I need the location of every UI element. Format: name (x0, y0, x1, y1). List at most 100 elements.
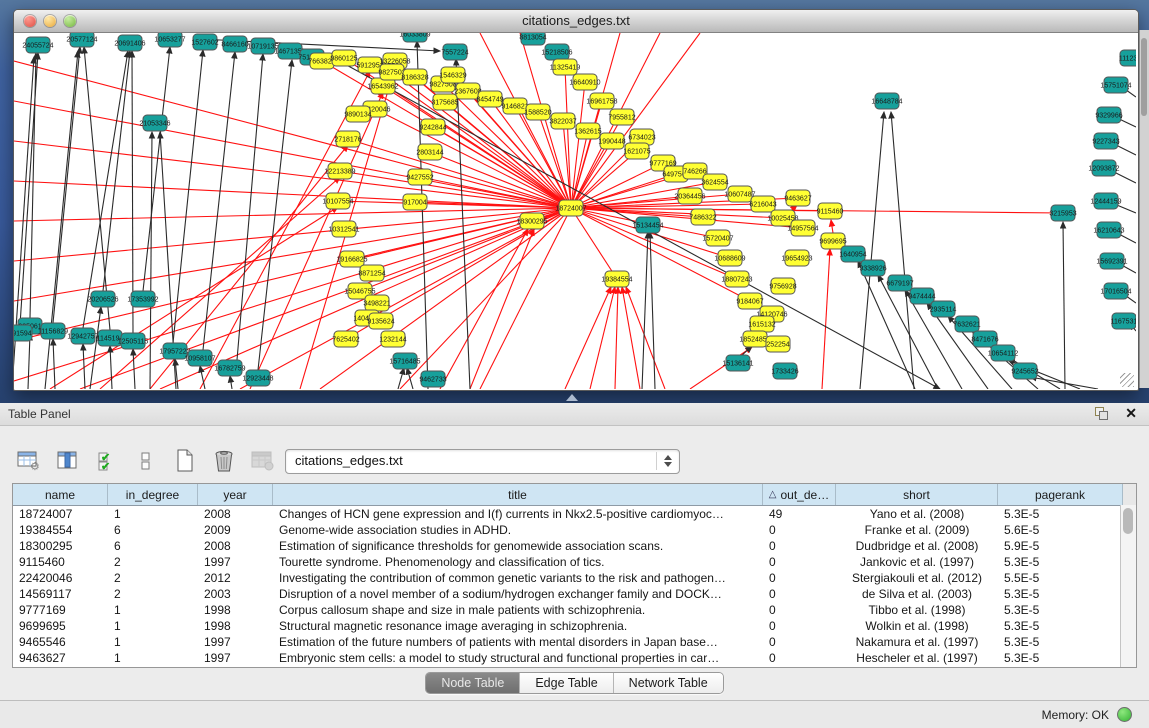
table-row[interactable]: 946554611997Estimation of the future num… (13, 634, 1136, 650)
graph-node[interactable]: 10654112 (988, 345, 1019, 361)
graph-edge[interactable] (53, 339, 55, 389)
graph-edge[interactable] (203, 52, 235, 350)
graph-node[interactable]: 1546329 (439, 67, 466, 83)
graph-node[interactable]: 17016504 (1100, 283, 1131, 299)
graph-edge[interactable] (90, 307, 101, 389)
column-header-short[interactable]: short (836, 484, 998, 505)
graph-node[interactable]: 7625402 (332, 331, 359, 347)
graph-node[interactable]: 3498221 (363, 295, 390, 311)
graph-node[interactable]: 14957564 (787, 220, 818, 236)
graph-node[interactable]: 2718176 (334, 131, 361, 147)
graph-node[interactable]: 16782759 (214, 360, 245, 376)
graph-node[interactable]: 8871254 (358, 265, 385, 281)
graph-edge[interactable] (14, 61, 571, 208)
graph-node[interactable]: 12942757 (67, 328, 98, 344)
network-canvas[interactable]: 2405572420577124206914061065327715276028… (14, 33, 1136, 389)
graph-node[interactable]: 1733426 (771, 363, 798, 379)
graph-node[interactable]: 15716485 (389, 353, 420, 369)
graph-node[interactable]: 24055724 (22, 37, 53, 53)
graph-node[interactable]: 1990448 (598, 133, 625, 149)
graph-node[interactable]: 9227343 (1092, 133, 1119, 149)
graph-node[interactable]: 12444159 (1090, 193, 1121, 209)
graph-node[interactable]: 9860125 (330, 50, 357, 66)
graph-node[interactable]: 10653277 (154, 33, 185, 47)
graph-node[interactable]: 1640954 (839, 246, 866, 262)
column-header-out_de[interactable]: △out_de… (763, 484, 836, 505)
graph-node[interactable]: 20691406 (114, 35, 145, 51)
graph-edge[interactable] (650, 232, 655, 389)
graph-node[interactable]: 20206526 (87, 291, 118, 307)
graph-node[interactable]: 7632621 (953, 316, 980, 332)
tab-edge-table[interactable]: Edge Table (519, 673, 612, 693)
table-row[interactable]: 1830029562008Estimation of significance … (13, 538, 1136, 554)
window-titlebar[interactable]: citations_edges.txt (14, 10, 1138, 33)
graph-node[interactable]: 19166825 (336, 251, 367, 267)
graph-node[interactable]: 3822037 (549, 113, 576, 129)
column-header-pagerank[interactable]: pagerank (998, 484, 1123, 505)
graph-edge[interactable] (150, 132, 152, 389)
graph-node[interactable]: 6216043 (749, 196, 776, 212)
desktop-scrollbar[interactable] (1139, 30, 1149, 388)
graph-node[interactable]: 9462733 (419, 371, 446, 387)
graph-node[interactable]: 16961758 (586, 93, 617, 109)
unselect-all-button[interactable] (131, 446, 161, 476)
graph-node[interactable]: 3215953 (1049, 205, 1076, 221)
graph-node[interactable]: 8813054 (519, 33, 546, 45)
desktop-scrollbar-thumb[interactable] (1141, 38, 1147, 116)
graph-node[interactable]: 11156829 (38, 323, 68, 339)
close-panel-icon[interactable]: ✕ (1125, 405, 1137, 422)
graph-node[interactable]: 2935114 (930, 301, 957, 317)
graph-node[interactable]: 1615132 (748, 316, 775, 332)
graph-edge[interactable] (1030, 377, 1098, 389)
graph-node[interactable]: 1621075 (623, 143, 650, 159)
graph-node[interactable]: 991594 (14, 325, 32, 341)
graph-node[interactable]: 1588520 (524, 104, 551, 120)
graph-edge[interactable] (28, 334, 30, 389)
graph-node[interactable]: 9245652 (1011, 363, 1038, 379)
graph-node[interactable]: 9463627 (784, 190, 811, 206)
column-header-name[interactable]: name (13, 484, 108, 505)
table-scrollbar-thumb[interactable] (1123, 508, 1133, 534)
graph-node[interactable]: 15218506 (541, 44, 572, 60)
graph-edge[interactable] (14, 208, 571, 301)
graph-edge[interactable] (103, 51, 130, 291)
graph-node[interactable]: 9427552 (406, 169, 433, 185)
graph-node[interactable]: 1362615 (574, 123, 601, 139)
graph-node[interactable]: 3175685 (431, 94, 458, 110)
graph-node[interactable]: 10312541 (328, 221, 359, 237)
graph-node[interactable]: 9115460 (817, 203, 844, 219)
graph-node[interactable]: 8454749 (476, 91, 503, 107)
graph-node[interactable]: 1167531 (1111, 313, 1136, 329)
table-selector-combobox[interactable]: citations_edges.txt (285, 449, 680, 474)
graph-edge[interactable] (571, 208, 617, 279)
graph-node[interactable]: 9135624 (367, 313, 394, 329)
graph-edge[interactable] (53, 47, 80, 323)
graph-node[interactable]: 16210643 (1093, 222, 1124, 238)
graph-node[interactable]: 9329966 (1095, 107, 1122, 123)
graph-edge[interactable] (590, 287, 615, 389)
table-row[interactable]: 977716911998Corpus callosum shape and si… (13, 602, 1136, 618)
graph-node[interactable]: 15692391 (1096, 253, 1127, 269)
graph-edge[interactable] (132, 51, 133, 333)
column-settings-button[interactable]: ⚙ (14, 446, 44, 476)
graph-edge[interactable] (891, 112, 914, 389)
graph-edge[interactable] (565, 287, 611, 389)
graph-edge[interactable] (230, 376, 232, 389)
graph-node[interactable]: 19384554 (601, 271, 632, 287)
column-header-in_degree[interactable]: in_degree (108, 484, 198, 505)
graph-node[interactable]: 18807243 (721, 271, 752, 287)
graph-node[interactable]: 9338926 (859, 260, 886, 276)
graph-node[interactable]: 1112304 (1119, 50, 1136, 66)
graph-node[interactable]: 16033809 (399, 33, 430, 42)
graph-node[interactable]: 8466160 (221, 36, 248, 52)
graph-edge[interactable] (831, 220, 833, 233)
graph-edge[interactable] (615, 287, 618, 389)
graph-edge[interactable] (470, 229, 534, 389)
memory-status-icon[interactable] (1117, 707, 1132, 722)
table-row[interactable]: 1938455462009Genome-wide association stu… (13, 522, 1136, 538)
tab-node-table[interactable]: Node Table (426, 673, 519, 693)
graph-node[interactable]: 6679197 (886, 275, 913, 291)
graph-edge[interactable] (100, 177, 340, 389)
graph-node[interactable]: 9184067 (736, 293, 763, 309)
graph-node[interactable]: 10688609 (714, 250, 745, 266)
